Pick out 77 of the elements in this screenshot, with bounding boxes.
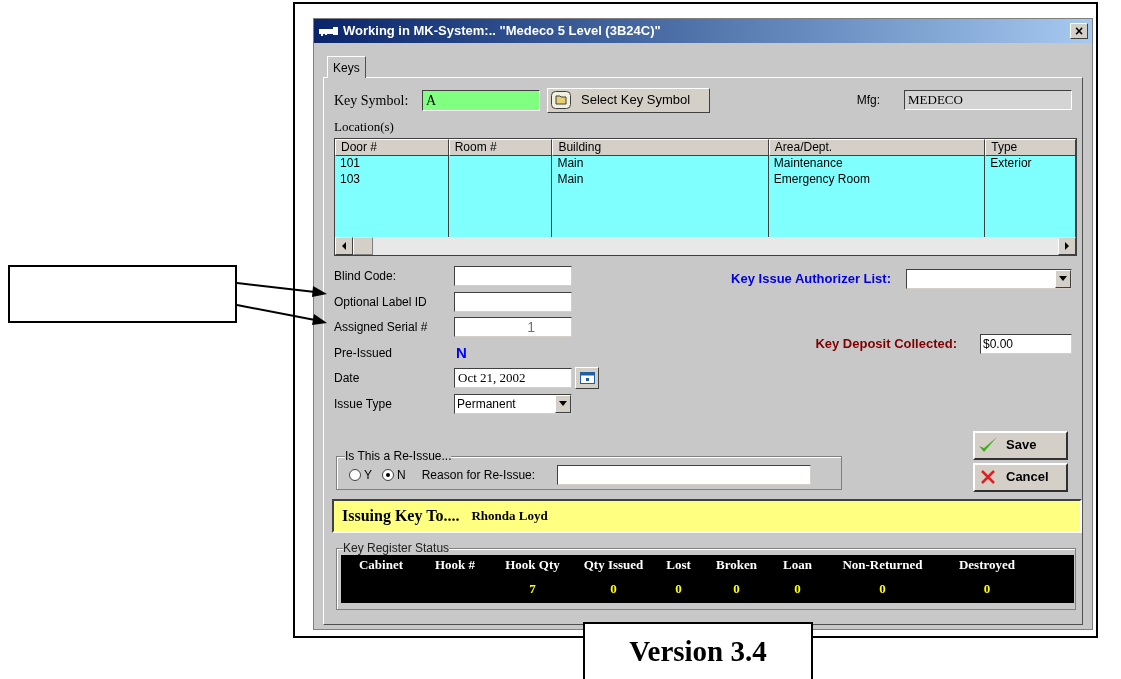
table-cell-text: 103 xyxy=(340,171,362,188)
field-label: Blind Code: xyxy=(334,268,398,286)
column-header[interactable]: Type xyxy=(985,138,1076,156)
field-label: Pre-Issued xyxy=(334,344,394,362)
cancel-button[interactable]: Cancel xyxy=(973,462,1068,492)
column-header: Cabinet xyxy=(357,555,405,574)
serial-field[interactable]: 1 xyxy=(454,317,572,338)
scroll-left-icon[interactable] xyxy=(335,236,353,255)
column-header: Hook # xyxy=(433,555,477,574)
scroll-thumb[interactable] xyxy=(353,236,373,255)
table-cell-text: Exterior xyxy=(990,155,1033,172)
horizontal-scrollbar[interactable] xyxy=(335,236,1076,255)
field-label: Assigned Serial # xyxy=(334,319,429,337)
tab[interactable]: Keys xyxy=(327,56,366,78)
folder-icon xyxy=(551,91,571,109)
checkmark-icon xyxy=(978,436,998,454)
table-cell-text: Main xyxy=(557,171,585,188)
column-header: Loan xyxy=(782,555,813,574)
dropdown[interactable]: Permanent xyxy=(454,393,572,414)
scroll-right-icon[interactable] xyxy=(1058,236,1076,255)
save-button[interactable]: Save xyxy=(973,430,1068,460)
table-cell-text: 0 xyxy=(732,579,741,598)
recipient-name: Rhonda Loyd xyxy=(471,506,548,525)
field-label: Key Issue Authorizer List: xyxy=(731,269,891,288)
field-label: Issue Type xyxy=(334,395,393,413)
status-value: N xyxy=(456,342,467,363)
select-key-symbol-button[interactable]: Select Key Symbol xyxy=(547,87,710,113)
deposit-field[interactable]: $0.00 xyxy=(980,333,1072,354)
table-cell-text: 0 xyxy=(793,579,802,598)
key-icon xyxy=(318,25,340,37)
column-header: Destroyed xyxy=(957,555,1017,574)
field-label: Optional Label ID xyxy=(334,293,428,311)
section-label: Location(s) xyxy=(334,118,395,136)
table-cell-text: 7 xyxy=(528,579,537,598)
table-cell-text: Emergency Room xyxy=(773,171,871,188)
input-field[interactable] xyxy=(454,266,572,287)
reason-field[interactable] xyxy=(557,464,812,485)
window-title: Working in MK-System:.. "Medeco 5 Level (3B24C)" xyxy=(343,22,661,41)
table-cell-text: 0 xyxy=(609,579,618,598)
radio-label: N xyxy=(397,466,406,484)
column-header[interactable]: Room # xyxy=(448,138,553,156)
column-header: Lost xyxy=(665,555,692,574)
calendar-icon xyxy=(579,372,595,385)
table-cell-text: 0 xyxy=(982,579,992,598)
column-header: Qty Issued xyxy=(582,555,645,574)
field-label: Key Deposit Collected: xyxy=(815,334,957,353)
column-header[interactable]: Area/Dept. xyxy=(768,138,986,156)
column-header: Hook Qty xyxy=(504,555,561,574)
table-cell-text: 101 xyxy=(340,155,362,172)
column-header: Broken xyxy=(715,555,758,574)
field-label: Date xyxy=(334,370,361,388)
field-label: Key Symbol: xyxy=(334,91,410,110)
table-cell-text: Maintenance xyxy=(773,155,844,172)
input-field[interactable] xyxy=(454,291,572,312)
radio-option[interactable]: N xyxy=(382,465,406,484)
radio-label: Y xyxy=(364,466,372,484)
group-title: Is This a Re-Issue... xyxy=(345,448,452,463)
field-label: Mfg: xyxy=(856,92,880,109)
version-label: Version 3.4 xyxy=(583,622,813,679)
key-symbol-field[interactable]: A xyxy=(422,89,540,111)
mfg-field: MEDECO xyxy=(904,90,1072,110)
calendar-button[interactable] xyxy=(575,367,599,390)
table-cell-text: Main xyxy=(557,155,585,172)
group-title: Key Register Status xyxy=(343,540,450,555)
field-label: Reason for Re-Issue: xyxy=(421,466,536,484)
close-icon xyxy=(978,468,998,486)
dropdown-value: Permanent xyxy=(456,395,517,413)
column-header[interactable]: Door # xyxy=(335,138,449,156)
radio-option[interactable]: Y xyxy=(349,465,372,484)
table-cell-text: 0 xyxy=(878,579,887,598)
close-button[interactable]: × xyxy=(1070,23,1088,39)
column-header: Non-Returned xyxy=(841,555,924,574)
banner-label: Issuing Key To.... xyxy=(342,505,460,527)
date-field[interactable]: Oct 21, 2002 xyxy=(454,368,572,389)
column-header[interactable]: Building xyxy=(552,138,769,156)
table-cell-text: 0 xyxy=(674,579,683,598)
authorizer-dropdown[interactable] xyxy=(906,268,1072,289)
